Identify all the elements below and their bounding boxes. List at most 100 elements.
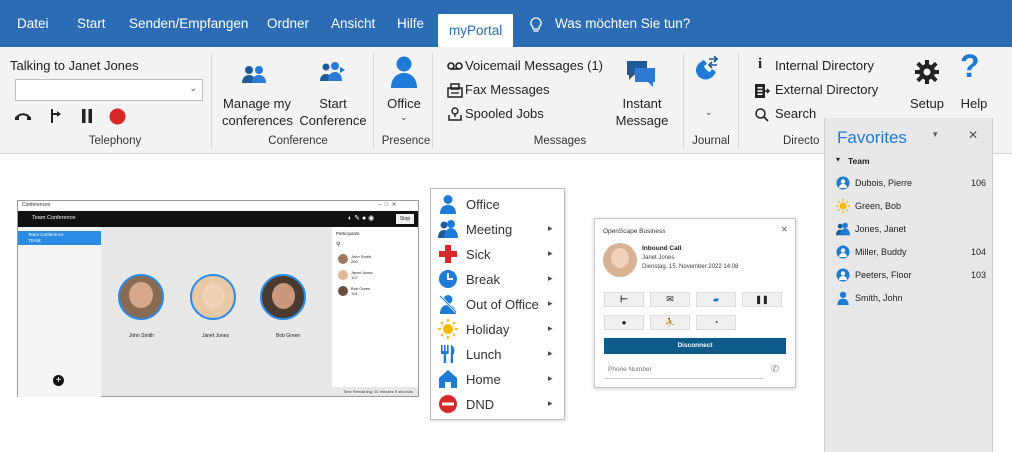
transfer-button[interactable]: ⊢ <box>604 292 644 307</box>
help-icon[interactable]: ? <box>960 48 980 85</box>
contact-extension: 106 <box>971 178 987 188</box>
conference-window-title: Conferences <box>22 202 51 208</box>
presence-item-out-of-office[interactable]: Out of Office ▸ <box>431 291 566 316</box>
manage-conferences-icon[interactable] <box>242 64 266 84</box>
pause-icon[interactable] <box>81 109 93 123</box>
spooled-jobs-button[interactable]: Spooled Jobs <box>465 106 544 121</box>
call-datetime: Dienstag, 15. November 2022 14:08 <box>642 264 739 270</box>
favorite-contact-row[interactable]: Dubois, Pierre 106 <box>825 173 994 195</box>
favorite-contact-row[interactable]: Peeters, Floor 103 <box>825 265 994 287</box>
participant-sub: 200 <box>351 259 358 264</box>
participant-row[interactable]: Bob Green 101 <box>335 285 415 298</box>
presence-item-office[interactable]: Office <box>431 191 566 216</box>
setup-button[interactable]: Setup <box>905 95 949 112</box>
chevron-down-icon[interactable]: ⌄ <box>189 83 197 94</box>
presence-item-sick[interactable]: Sick ▸ <box>431 241 566 266</box>
presence-office-icon[interactable] <box>391 56 417 88</box>
record-icon[interactable] <box>109 108 126 125</box>
submenu-arrow-icon: ▸ <box>548 398 553 408</box>
menu-start[interactable]: Start <box>77 16 106 31</box>
favorite-contact-row[interactable]: Jones, Janet <box>825 219 994 241</box>
start-conference-icon[interactable] <box>320 61 346 83</box>
manage-conferences-button[interactable]: Manage my conferences <box>222 95 293 129</box>
journal-icon[interactable] <box>694 56 720 82</box>
available-icon <box>836 268 850 282</box>
help-button[interactable]: Help <box>954 95 994 112</box>
participant-sub: 101 <box>351 291 358 296</box>
close-icon[interactable]: ✕ <box>781 225 788 234</box>
record-button[interactable]: ● <box>604 315 644 330</box>
transfer-icon[interactable] <box>49 108 63 124</box>
participants-header: Participants <box>336 231 360 236</box>
conference-list-item[interactable]: Team Conference TEAM <box>18 231 101 245</box>
search-button[interactable]: Search <box>775 106 816 121</box>
menu-senden-empfangen[interactable]: Senden/Empfangen <box>129 16 248 31</box>
message-button[interactable]: ✉ <box>650 292 690 307</box>
presence-item-label: Lunch <box>466 347 502 362</box>
menu-datei[interactable]: Datei <box>17 16 49 31</box>
presence-item-dnd[interactable]: DND ▸ <box>431 391 566 416</box>
menu-ordner[interactable]: Ordner <box>267 16 309 31</box>
expand-triangle-icon[interactable]: ▾ <box>836 155 840 164</box>
chat-button[interactable]: ▰ <box>696 292 736 307</box>
call-heading: Inbound Call <box>642 245 682 252</box>
stop-button[interactable]: Stop <box>396 214 414 224</box>
gear-icon[interactable] <box>914 59 940 85</box>
voicemail-messages-button[interactable]: Voicemail Messages (1) <box>465 58 603 73</box>
presence-item-label: DND <box>466 397 495 412</box>
instant-message-icon[interactable] <box>625 59 657 87</box>
favorite-contact-row[interactable]: Smith, John <box>825 288 994 310</box>
close-icon[interactable]: ✕ <box>968 128 978 142</box>
menu-hilfe[interactable]: Hilfe <box>397 16 424 31</box>
add-conference-icon[interactable]: + <box>53 375 64 386</box>
tell-me-search[interactable]: Was möchten Sie tun? <box>555 16 690 31</box>
presence-item-break[interactable]: Break ▸ <box>431 266 566 291</box>
favorite-contact-row[interactable]: Green, Bob <box>825 196 994 218</box>
lightbulb-icon <box>530 17 542 33</box>
menu-bar: Datei Start Senden/Empfangen Ordner Ansi… <box>0 0 1012 47</box>
presence-item-lunch[interactable]: Lunch ▸ <box>431 341 566 366</box>
contact-extension: 103 <box>971 270 987 280</box>
favorites-group-team[interactable]: Team <box>848 156 870 166</box>
internal-directory-button[interactable]: Internal Directory <box>775 58 874 73</box>
presence-item-holiday[interactable]: Holiday ▸ <box>431 316 566 341</box>
phone-number-combo[interactable]: ⌄ <box>15 79 203 101</box>
conference-list-item-id: TEAM <box>28 238 41 243</box>
presence-item-home[interactable]: Home ▸ <box>431 366 566 391</box>
start-conference-button[interactable]: Start Conference <box>298 95 368 129</box>
menu-ansicht[interactable]: Ansicht <box>331 16 375 31</box>
dial-icon[interactable]: ✆ <box>771 364 779 375</box>
window-controls-icon[interactable]: – □ ✕ <box>378 201 397 208</box>
phone-number-field[interactable] <box>604 361 764 379</box>
cutlery-icon <box>438 344 458 364</box>
chevron-down-icon[interactable]: ⌄ <box>705 107 713 118</box>
contact-name: Dubois, Pierre <box>855 178 913 188</box>
disconnect-button[interactable]: Disconnect <box>604 338 786 354</box>
instant-message-button[interactable]: Instant Message <box>608 95 676 129</box>
submenu-arrow-icon: ▸ <box>548 223 553 233</box>
tab-myportal[interactable]: myPortal <box>438 14 513 47</box>
person-icon <box>438 194 458 214</box>
favorites-menu-icon[interactable]: ▾ <box>933 129 938 140</box>
contact-name: Green, Bob <box>855 201 902 211</box>
participant-row[interactable]: John Smith 200 <box>335 253 415 266</box>
group-label-telephony: Telephony <box>88 135 142 147</box>
conference-button[interactable]: ⛹ <box>650 315 690 330</box>
submenu-arrow-icon: ▸ <box>548 323 553 333</box>
favorite-contact-row[interactable]: Miller, Buddy 104 <box>825 242 994 264</box>
avatar <box>260 274 306 320</box>
search-icon[interactable]: ⚲ <box>336 241 340 248</box>
hold-button[interactable]: ❚❚ <box>742 292 782 307</box>
presence-office-button[interactable]: Office <box>381 95 427 112</box>
pickup-button[interactable]: ◔ <box>696 315 736 330</box>
group-label-messages: Messages <box>533 135 587 147</box>
conference-tools-icon[interactable]: ◐ ✎ ● ◉ <box>348 214 374 222</box>
fax-messages-button[interactable]: Fax Messages <box>465 82 550 97</box>
contact-name: Smith, John <box>855 293 903 303</box>
available-icon <box>836 245 850 259</box>
external-directory-button[interactable]: External Directory <box>775 82 878 97</box>
presence-item-meeting[interactable]: Meeting ▸ <box>431 216 566 241</box>
chevron-down-icon[interactable]: ⌄ <box>400 112 408 123</box>
participant-row[interactable]: Janet Jones 107 <box>335 269 415 282</box>
hangup-icon[interactable] <box>14 110 32 122</box>
